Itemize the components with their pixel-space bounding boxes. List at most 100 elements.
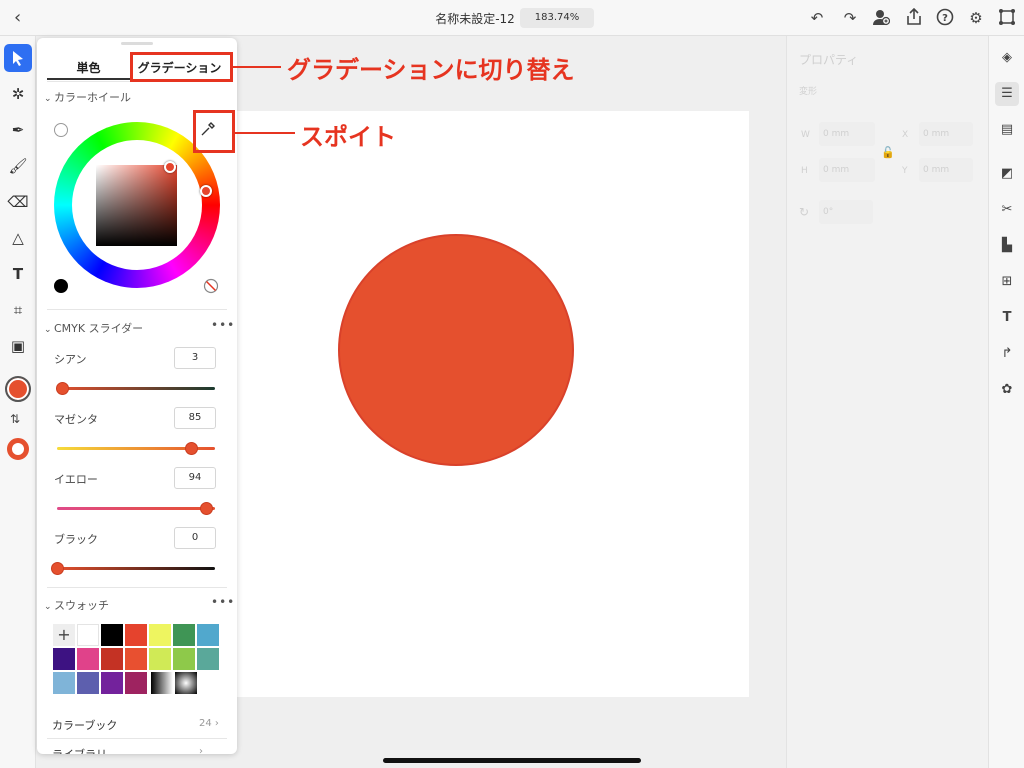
divider — [47, 309, 227, 310]
gradient-swatch-radial[interactable] — [175, 672, 197, 694]
color-swatch[interactable] — [101, 624, 123, 646]
color-wheel-header[interactable]: ⌄ カラーホイール — [44, 89, 131, 105]
color-swatch[interactable] — [101, 648, 123, 670]
color-wheel-title: カラーホイール — [54, 91, 131, 104]
black-track[interactable] — [57, 567, 215, 570]
yellow-input[interactable]: 94 — [174, 467, 216, 489]
color-swatch[interactable] — [77, 624, 99, 646]
color-swatch[interactable] — [125, 672, 147, 694]
more-icon[interactable]: ••• — [211, 318, 235, 332]
white-chip[interactable] — [54, 123, 68, 137]
yellow-track[interactable] — [57, 507, 215, 510]
eyedropper-callout-text: スポイト — [300, 123, 396, 151]
magenta-thumb[interactable] — [185, 442, 199, 455]
layers-icon[interactable]: ◈ — [995, 46, 1019, 70]
magenta-label: マゼンタ — [54, 413, 98, 426]
library-label[interactable]: ライブラリ — [52, 746, 107, 754]
scissors-icon[interactable]: ✂ — [995, 198, 1019, 222]
align-icon[interactable]: ▙ — [995, 234, 1019, 258]
properties-icon[interactable]: ☰ — [995, 82, 1019, 106]
color-swatch[interactable] — [173, 624, 195, 646]
magenta-input[interactable]: 85 — [174, 407, 216, 429]
transform-label: 変形 — [799, 87, 818, 97]
chevron-down-icon: ⌄ — [44, 94, 52, 104]
more-icon[interactable]: ••• — [211, 595, 235, 609]
eyedropper-callout-line — [235, 132, 295, 134]
fill-color-swatch[interactable] — [5, 376, 31, 402]
zoom-level[interactable]: 183.74% — [520, 8, 594, 28]
panel-handle[interactable] — [121, 42, 153, 45]
cyan-input[interactable]: 3 — [174, 347, 216, 369]
hue-knob[interactable] — [200, 185, 212, 197]
shape-icon[interactable]: △ — [4, 224, 32, 252]
select-icon[interactable] — [4, 44, 32, 72]
pen-icon[interactable]: ✒ — [4, 116, 32, 144]
fullscreen-icon[interactable] — [997, 8, 1017, 28]
color-swatch[interactable] — [53, 672, 75, 694]
red-circle-shape[interactable] — [338, 234, 574, 466]
repeat-grid-icon[interactable]: ⊞ — [995, 270, 1019, 294]
settings-icon[interactable]: ⚙ — [966, 8, 986, 28]
export-icon[interactable] — [904, 7, 924, 28]
chevron-right-icon: › — [199, 746, 203, 754]
type-icon[interactable]: T — [4, 260, 32, 288]
lock-icon: 🔓 — [881, 146, 895, 159]
rotation-field: 0° — [819, 200, 873, 224]
stroke-color-swatch[interactable] — [7, 438, 29, 460]
direct-select-icon[interactable]: ✲ — [4, 80, 32, 108]
color-swatch[interactable] — [101, 672, 123, 694]
no-color-icon[interactable] — [203, 278, 219, 294]
sb-knob[interactable] — [164, 161, 176, 173]
add-swatch-button[interactable]: + — [53, 624, 75, 646]
redo-icon[interactable]: ↷ — [840, 8, 860, 28]
color-swatch[interactable] — [125, 624, 147, 646]
h-field: 0 mm — [819, 158, 875, 182]
brush-library-icon[interactable]: ▤ — [995, 118, 1019, 142]
brush-icon[interactable]: 🖌 — [4, 152, 32, 180]
chevron-left-icon[interactable]: ‹ — [14, 8, 34, 28]
undo-icon[interactable]: ↶ — [807, 8, 827, 28]
black-thumb[interactable] — [51, 562, 64, 575]
swap-icon[interactable]: ⇅ — [10, 412, 20, 426]
divider — [47, 587, 227, 588]
color-book-label[interactable]: カラーブック — [52, 717, 117, 733]
cmyk-header[interactable]: ⌄ CMYK スライダー — [44, 320, 143, 336]
color-book-count: 24 › — [199, 718, 219, 729]
color-swatch[interactable] — [125, 648, 147, 670]
x-field: 0 mm — [919, 122, 973, 146]
path-icon[interactable]: ↱ — [995, 342, 1019, 366]
color-swatch[interactable] — [77, 648, 99, 670]
image-icon[interactable]: ▣ — [4, 332, 32, 360]
black-input[interactable]: 0 — [174, 527, 216, 549]
swatches-header[interactable]: ⌄ スウォッチ — [44, 597, 109, 613]
color-swatch[interactable] — [77, 672, 99, 694]
color-swatch[interactable] — [53, 648, 75, 670]
color-swatch[interactable] — [149, 624, 171, 646]
color-book-count-value: 24 — [199, 718, 212, 729]
tab-solid[interactable]: 単色 — [47, 56, 130, 80]
black-chip[interactable] — [54, 279, 68, 293]
top-bar: ‹ 名称未設定-12 183.74% ↶ ↷ ? ⚙ — [0, 0, 1024, 36]
properties-panel: プロパティ 変形 W 0 mm X 0 mm 🔓 H 0 mm Y 0 mm ↻… — [786, 36, 988, 768]
color-swatch[interactable] — [197, 624, 219, 646]
color-swatch[interactable] — [173, 648, 195, 670]
gradient-callout-line — [233, 66, 281, 68]
color-swatch[interactable] — [149, 648, 171, 670]
eyedropper-callout-box — [193, 110, 235, 153]
cmyk-title: CMYK スライダー — [54, 322, 144, 335]
artboard-icon[interactable]: ⌗ — [4, 296, 32, 324]
share-user-icon[interactable] — [871, 8, 891, 28]
gradient-swatch-linear[interactable] — [151, 672, 173, 694]
color-swatch[interactable] — [197, 648, 219, 670]
type-settings-icon[interactable]: T — [995, 306, 1019, 330]
yellow-thumb[interactable] — [199, 502, 213, 515]
component-icon[interactable]: ✿ — [995, 378, 1019, 402]
pathfinder-icon[interactable]: ◩ — [995, 162, 1019, 186]
eraser-icon[interactable]: ⌫ — [4, 188, 32, 216]
right-bar: ◈ ☰ ▤ ◩ ✂ ▙ ⊞ T ↱ ✿ — [988, 36, 1024, 768]
help-icon[interactable]: ? — [935, 8, 955, 28]
saturation-brightness-square[interactable] — [96, 165, 177, 246]
cyan-track[interactable] — [57, 387, 215, 390]
cyan-thumb[interactable] — [55, 382, 69, 395]
gradient-callout-box — [130, 52, 233, 82]
